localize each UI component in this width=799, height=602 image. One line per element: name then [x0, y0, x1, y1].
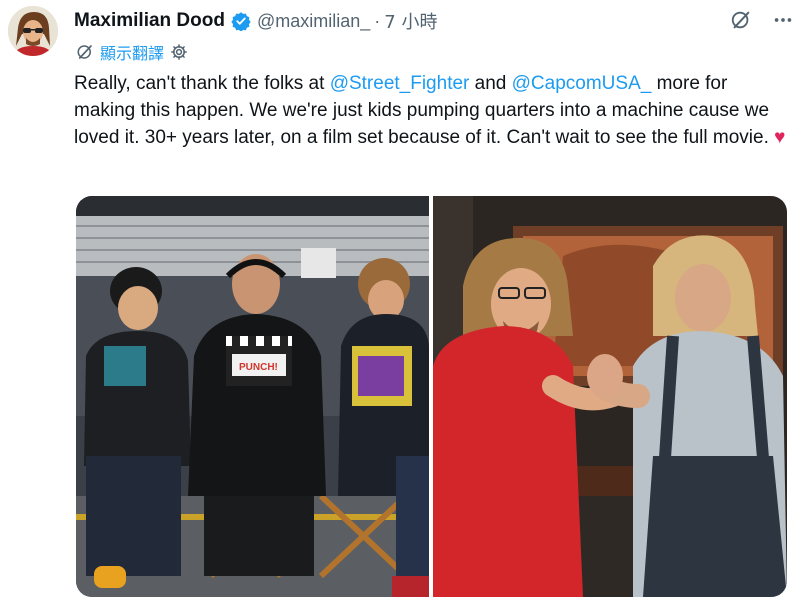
timestamp[interactable]: 7 小時: [384, 8, 437, 34]
display-name[interactable]: Maximilian Dood: [74, 10, 225, 32]
mention-capcomusa[interactable]: @CapcomUSA_: [512, 73, 652, 94]
photo-film-set: PUNCH!: [76, 196, 429, 597]
tweet-text-part: Really, can't thank the folks at: [74, 73, 330, 94]
separator-dot: ·: [374, 10, 381, 31]
more-icon[interactable]: [771, 8, 795, 32]
translate-icon[interactable]: [76, 43, 94, 61]
tweet-header: Maximilian Dood @maximilian_ · 7 小時: [74, 8, 789, 34]
show-translation-link[interactable]: 顯示翻譯: [100, 40, 164, 64]
avatar[interactable]: [8, 6, 58, 56]
tweet-text-part: and: [469, 73, 512, 94]
translate-row: 顯示翻譯: [76, 40, 188, 64]
media-grid: PUNCH!: [76, 196, 787, 597]
verified-badge-icon: [231, 11, 251, 31]
gear-icon[interactable]: [170, 43, 188, 61]
photo-arm-wrestle: [433, 196, 787, 597]
heart-emoji: ♥: [774, 127, 786, 148]
media-photo-film-set[interactable]: PUNCH!: [76, 196, 429, 597]
media-photo-arm-wrestle[interactable]: [433, 196, 787, 597]
mention-street-fighter[interactable]: @Street_Fighter: [330, 73, 470, 94]
tweet-text: Really, can't thank the folks at @Street…: [74, 70, 790, 151]
clapperboard-text: PUNCH!: [239, 362, 278, 373]
header-actions: [729, 8, 795, 32]
avatar-image: [8, 6, 58, 56]
grok-icon[interactable]: [729, 8, 753, 32]
user-handle[interactable]: @maximilian_: [257, 11, 370, 32]
